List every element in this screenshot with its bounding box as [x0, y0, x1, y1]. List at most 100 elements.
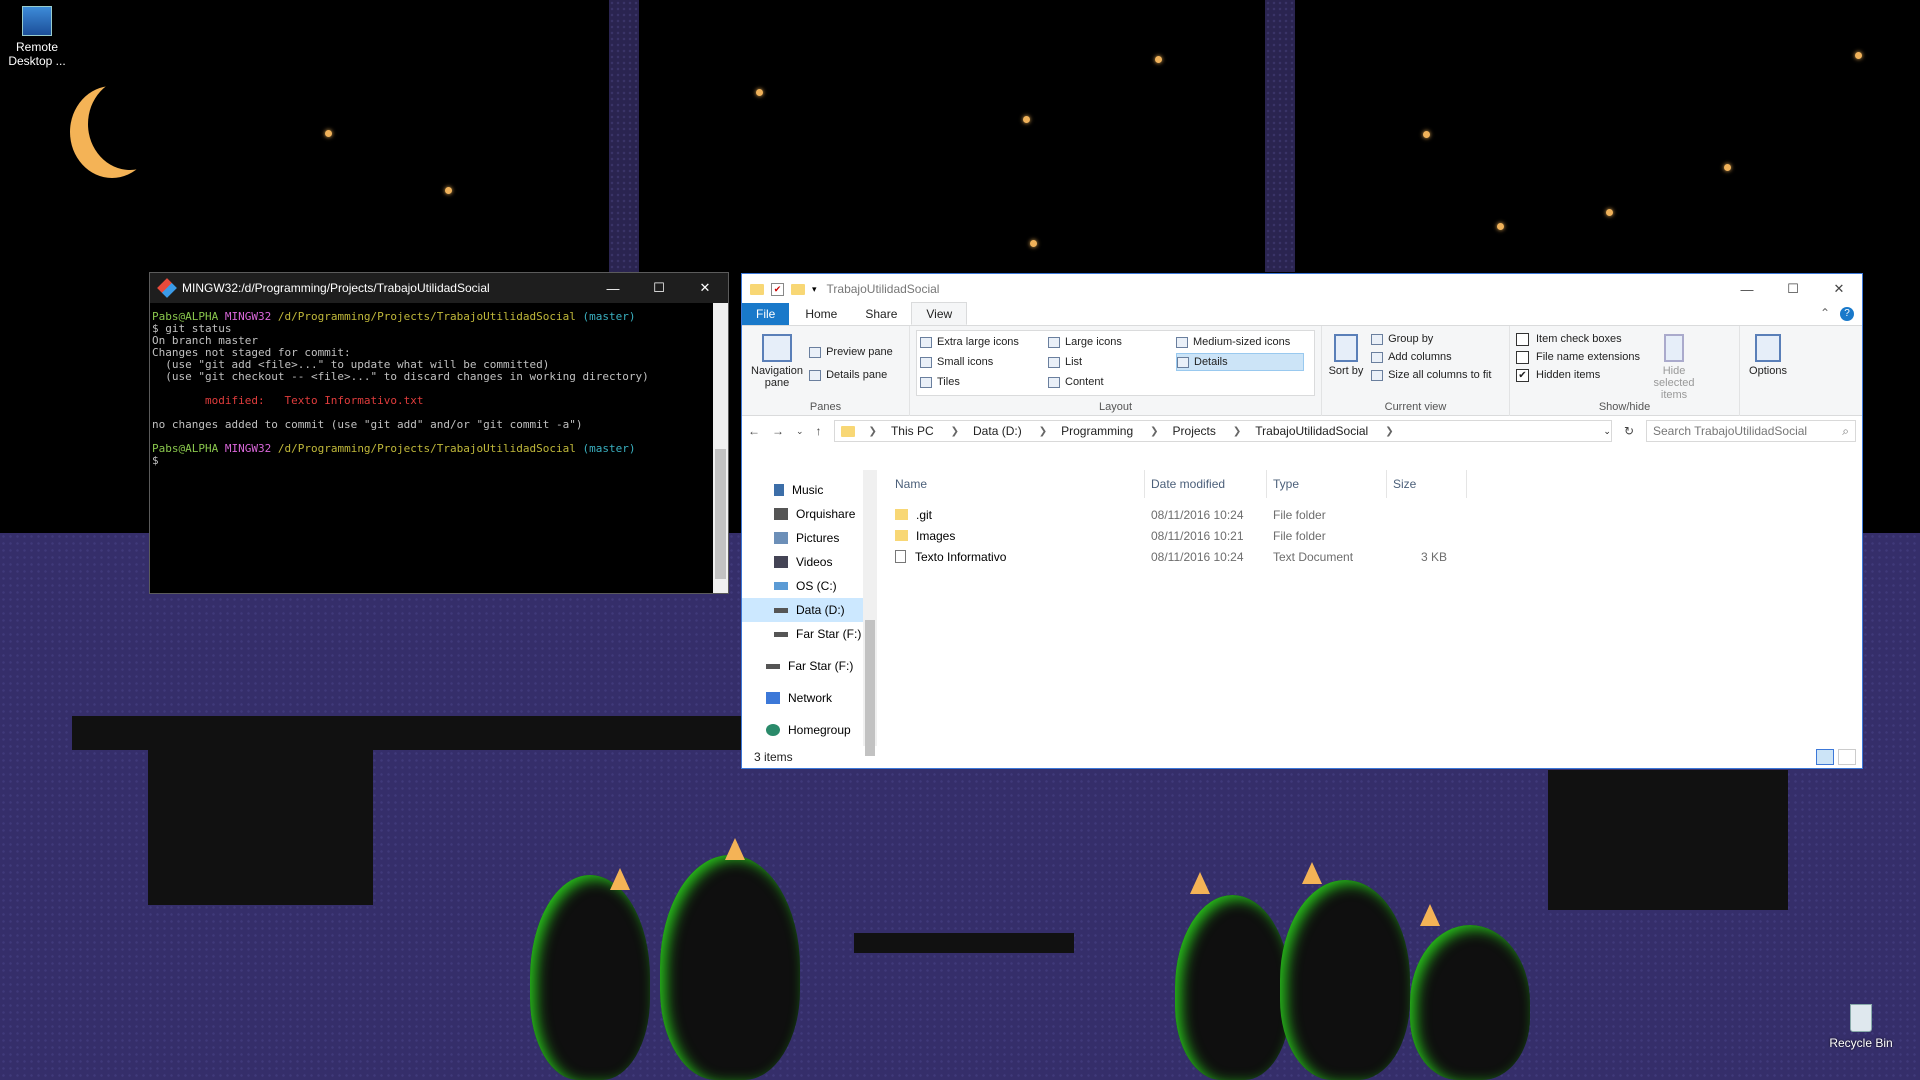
large-icons-view-button[interactable] [1838, 749, 1856, 765]
tab-home[interactable]: Home [791, 303, 851, 325]
chevron-down-icon[interactable]: ⌄ [1603, 426, 1611, 437]
navigation-pane-button[interactable]: Navigation pane [748, 330, 806, 389]
file-extensions-toggle[interactable]: File name extensions [1516, 348, 1640, 366]
file-list: Name Date modified Type Size .git 08/11/… [877, 470, 1862, 746]
terminal-output[interactable]: Pabs@ALPHA MINGW32 /d/Programming/Projec… [150, 303, 713, 593]
network-icon [766, 692, 780, 704]
breadcrumb-item[interactable]: TrabajoUtilidadSocial [1255, 424, 1368, 438]
close-button[interactable]: ✕ [682, 273, 728, 303]
group-by-icon [1371, 333, 1384, 345]
column-header-date[interactable]: Date modified [1145, 470, 1267, 498]
size-all-label: Size all columns to fit [1388, 369, 1492, 381]
hidden-items-toggle[interactable]: ✔ Hidden items [1516, 366, 1640, 384]
sort-icon [1334, 334, 1358, 362]
size-all-columns-button[interactable]: Size all columns to fit [1371, 366, 1491, 384]
nav-item-music[interactable]: Music [742, 478, 877, 502]
column-header-type[interactable]: Type [1267, 470, 1387, 498]
close-button[interactable]: ✕ [1816, 274, 1862, 304]
nav-item-far-star-f[interactable]: Far Star (F:) [742, 654, 877, 678]
nav-item-homegroup[interactable]: Homegroup [742, 718, 877, 742]
group-by-button[interactable]: Group by [1371, 330, 1491, 348]
terminal-titlebar[interactable]: MINGW32:/d/Programming/Projects/TrabajoU… [150, 273, 728, 303]
search-icon: ⌕ [1842, 423, 1849, 438]
content-icon [1048, 376, 1060, 388]
nav-item-orquishare[interactable]: Orquishare [742, 502, 877, 526]
recent-locations-icon[interactable]: ⌄ [796, 426, 804, 437]
checkbox[interactable] [1516, 350, 1529, 364]
tab-view[interactable]: View [911, 302, 968, 325]
layout-list[interactable]: List [1048, 353, 1176, 371]
properties-icon[interactable]: ✔ [771, 282, 784, 296]
layout-extra-large-icons[interactable]: Extra large icons [920, 333, 1048, 351]
tab-share[interactable]: Share [851, 303, 911, 325]
help-icon[interactable]: ? [1840, 307, 1854, 321]
preview-pane-button[interactable]: Preview pane [809, 338, 893, 366]
layout-details[interactable]: Details [1176, 353, 1304, 371]
scrollbar-thumb[interactable] [865, 620, 875, 756]
layout-large-icons[interactable]: Large icons [1048, 333, 1176, 351]
terminal-window[interactable]: MINGW32:/d/Programming/Projects/TrabajoU… [149, 272, 729, 594]
details-pane-button[interactable]: Details pane [809, 366, 893, 384]
minimize-button[interactable]: — [1724, 274, 1770, 304]
breadcrumb-item[interactable]: Programming [1061, 424, 1133, 438]
small-icons-icon [920, 356, 932, 368]
layout-content[interactable]: Content [1048, 373, 1176, 391]
layout-small-icons[interactable]: Small icons [920, 353, 1048, 371]
file-explorer-window[interactable]: ✔ ▾ TrabajoUtilidadSocial — ☐ ✕ File Hom… [741, 273, 1863, 769]
forward-arrow-icon[interactable]: → [772, 424, 784, 438]
navigation-scrollbar[interactable] [863, 470, 877, 756]
file-row[interactable]: Images 08/11/2016 10:21 File folder [883, 525, 1862, 546]
desktop-icon-remote-desktop[interactable]: Remote Desktop ... [4, 6, 70, 68]
layout-medium-icons[interactable]: Medium-sized icons [1176, 333, 1304, 351]
search-input[interactable]: Search TrabajoUtilidadSocial ⌕ [1646, 420, 1856, 442]
file-row[interactable]: .git 08/11/2016 10:24 File folder [883, 504, 1862, 525]
nav-item-label: Network [788, 691, 833, 705]
sort-by-button[interactable]: Sort by [1328, 330, 1364, 377]
column-header-name[interactable]: Name [883, 470, 1145, 498]
options-button[interactable]: Options [1746, 330, 1790, 377]
nav-item-label: Videos [796, 555, 833, 569]
penguin-silhouette [1175, 895, 1290, 1080]
maximize-button[interactable]: ☐ [1770, 274, 1816, 304]
item-checkboxes-toggle[interactable]: Item check boxes [1516, 330, 1640, 348]
checkbox[interactable] [1516, 332, 1529, 346]
nav-item-network[interactable]: Network [742, 686, 877, 710]
minimize-button[interactable]: — [590, 273, 636, 303]
nav-item-pictures[interactable]: Pictures [742, 526, 877, 550]
add-columns-button[interactable]: Add columns [1371, 348, 1491, 366]
maximize-button[interactable]: ☐ [636, 273, 682, 303]
view-switcher [1816, 749, 1856, 765]
file-row[interactable]: Texto Informativo 08/11/2016 10:24 Text … [883, 546, 1862, 567]
new-folder-icon[interactable] [791, 283, 805, 295]
file-date: 08/11/2016 10:21 [1151, 528, 1244, 543]
checkbox-checked[interactable]: ✔ [1516, 368, 1529, 382]
collapse-ribbon-icon[interactable]: ⌃ [1820, 306, 1830, 320]
nav-item-videos[interactable]: Videos [742, 550, 877, 574]
scrollbar-thumb[interactable] [715, 449, 726, 579]
nav-item-data-d[interactable]: Data (D:) [742, 598, 877, 622]
group-label: Layout [1098, 401, 1133, 413]
preview-pane-label: Preview pane [826, 346, 893, 358]
layout-tiles[interactable]: Tiles [920, 373, 1048, 391]
back-arrow-icon[interactable]: ← [748, 424, 760, 438]
column-header-size[interactable]: Size [1387, 470, 1467, 498]
explorer-titlebar[interactable]: ✔ ▾ TrabajoUtilidadSocial — ☐ ✕ [742, 274, 1862, 304]
layout-label: Large icons [1065, 336, 1122, 348]
ribbon-group-show-hide: Item check boxes File name extensions ✔ H… [1510, 326, 1740, 416]
up-arrow-icon[interactable]: ↑ [816, 424, 822, 438]
terminal-scrollbar[interactable] [713, 303, 728, 593]
breadcrumb-item[interactable]: This PC [891, 424, 934, 438]
videos-icon [774, 556, 788, 568]
ribbon-group-layout: Extra large icons Large icons Medium-siz… [910, 326, 1322, 416]
hide-selected-items-button[interactable]: Hide selected items [1643, 330, 1705, 401]
breadcrumb-item[interactable]: Projects [1173, 424, 1216, 438]
nav-item-os-c[interactable]: OS (C:) [742, 574, 877, 598]
desktop-icon-recycle-bin[interactable]: Recycle Bin [1824, 1004, 1898, 1050]
address-bar[interactable]: ❯ This PC ❯ Data (D:) ❯ Programming ❯ Proje… [833, 420, 1612, 442]
tab-file[interactable]: File [742, 303, 790, 325]
layout-label: Tiles [937, 376, 960, 388]
refresh-icon[interactable]: ↻ [1624, 424, 1634, 438]
nav-item-far-star-f[interactable]: Far Star (F:) [742, 622, 877, 646]
breadcrumb-item[interactable]: Data (D:) [973, 424, 1022, 438]
details-view-button[interactable] [1816, 749, 1834, 765]
